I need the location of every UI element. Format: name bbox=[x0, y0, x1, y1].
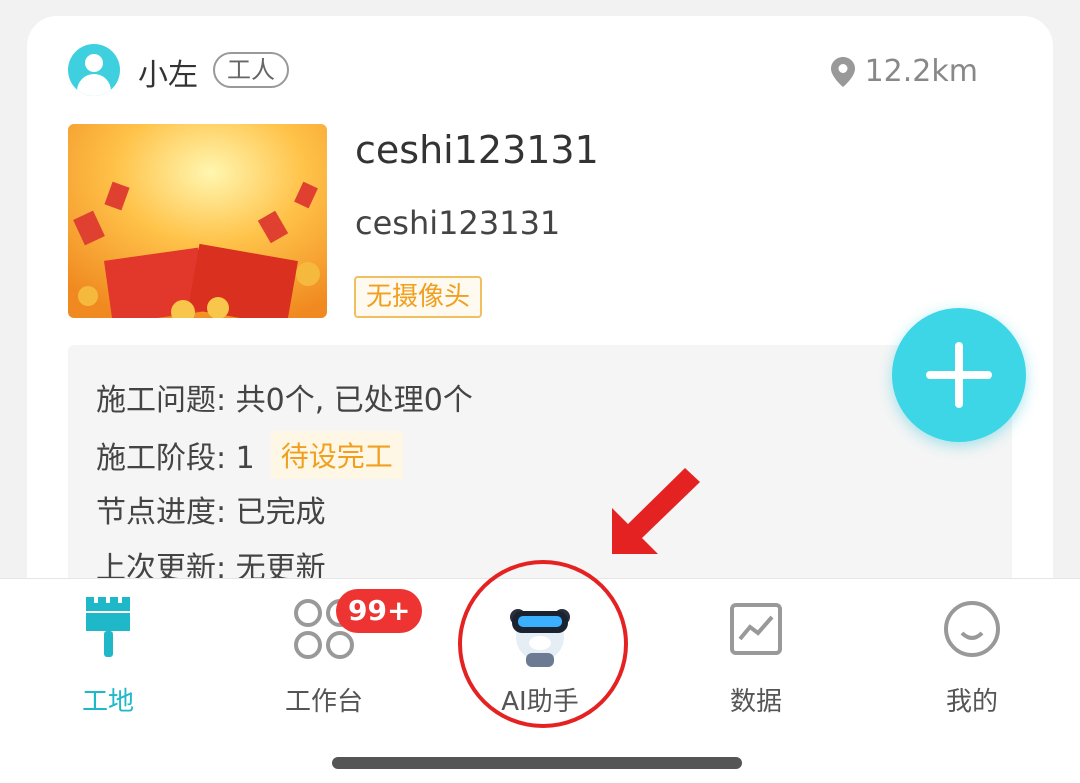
camera-status-tag: 无摄像头 bbox=[354, 276, 483, 318]
site-title: ceshi123131 bbox=[355, 128, 599, 172]
site-subtitle: ceshi123131 bbox=[355, 204, 561, 242]
info-progress: 节点进度: 已完成 bbox=[96, 495, 326, 530]
user-name: 小左 bbox=[138, 58, 198, 93]
annotation-circle bbox=[458, 560, 628, 728]
notification-badge: 99+ bbox=[336, 589, 423, 633]
location-pin-icon bbox=[830, 56, 855, 87]
tab-profile-label: 我的 bbox=[945, 687, 998, 717]
home-indicator[interactable] bbox=[332, 757, 742, 769]
site-thumbnail[interactable] bbox=[68, 124, 327, 318]
annotation-arrow-icon bbox=[612, 468, 700, 554]
brush-icon bbox=[86, 597, 130, 657]
site-info-panel: 施工问题: 共0个, 已处理0个 施工阶段: 1 待设完工 节点进度: 已完成 … bbox=[68, 345, 1012, 586]
info-stage: 施工阶段: 1 待设完工 bbox=[96, 431, 403, 479]
tab-data-label: 数据 bbox=[729, 687, 782, 717]
tab-profile[interactable]: 我的 bbox=[864, 579, 1080, 729]
add-button[interactable] bbox=[892, 308, 1026, 442]
tab-site-label: 工地 bbox=[81, 687, 134, 717]
tab-workbench-label: 工作台 bbox=[284, 687, 363, 717]
stage-status-tag: 待设完工 bbox=[270, 431, 403, 479]
card-header: 小左 工人 12.2km bbox=[68, 44, 1018, 102]
distance: 12.2km bbox=[830, 54, 978, 89]
distance-text: 12.2km bbox=[864, 54, 978, 89]
tab-site[interactable]: 工地 bbox=[0, 579, 216, 729]
tab-data[interactable]: 数据 bbox=[648, 579, 864, 729]
smile-icon bbox=[944, 601, 1000, 657]
user-avatar-icon bbox=[68, 44, 120, 96]
info-stage-text: 施工阶段: 1 bbox=[96, 441, 255, 476]
role-badge: 工人 bbox=[213, 52, 289, 88]
chart-icon bbox=[730, 603, 782, 655]
info-issues: 施工问题: 共0个, 已处理0个 bbox=[96, 383, 473, 418]
